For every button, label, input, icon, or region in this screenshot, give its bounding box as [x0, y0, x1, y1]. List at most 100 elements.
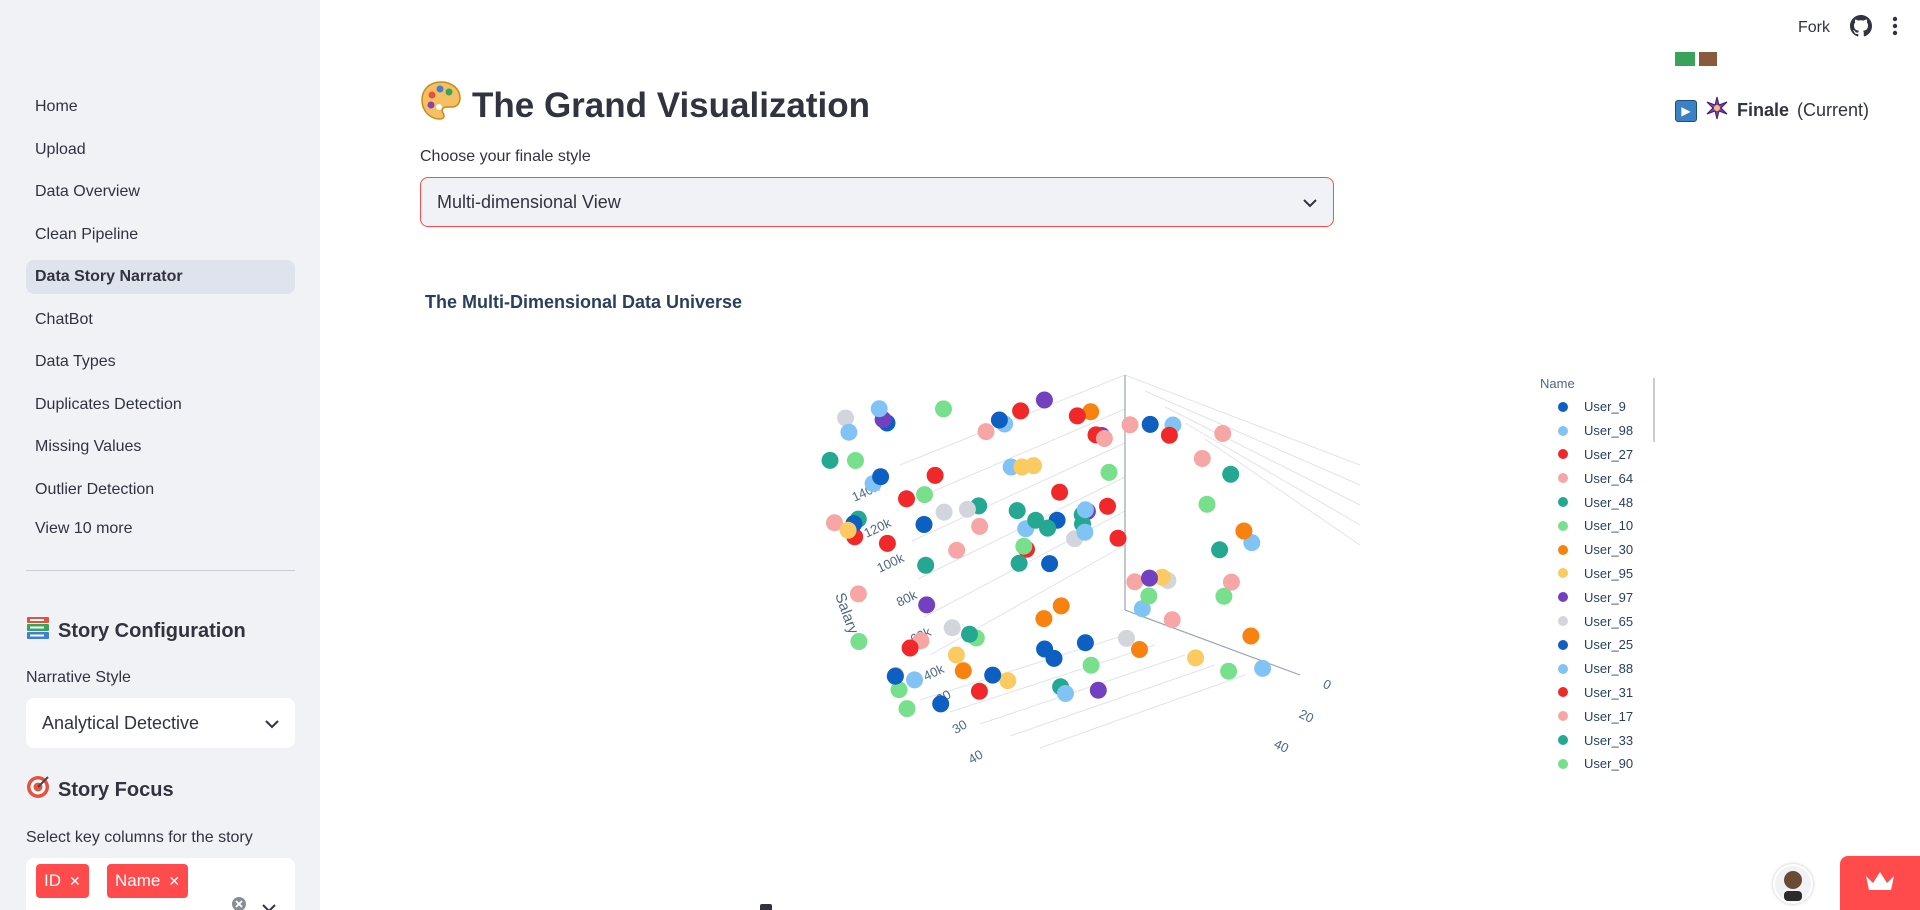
data-point[interactable]	[1045, 649, 1063, 667]
avatar[interactable]	[1773, 864, 1813, 904]
data-point[interactable]	[1035, 610, 1053, 628]
tag-id[interactable]: ID ✕	[36, 864, 89, 898]
data-point[interactable]	[1015, 537, 1033, 555]
data-point[interactable]	[1211, 541, 1229, 559]
data-point[interactable]	[898, 490, 915, 508]
sidebar-item-upload[interactable]: Upload	[26, 133, 295, 167]
data-point[interactable]	[901, 639, 919, 657]
data-point[interactable]	[943, 619, 961, 637]
key-columns-multiselect[interactable]: ID ✕ Name ✕	[26, 858, 295, 910]
data-point[interactable]	[932, 695, 950, 713]
data-point[interactable]	[984, 666, 1002, 684]
data-point[interactable]	[1187, 649, 1205, 667]
data-point[interactable]	[886, 667, 904, 685]
data-point[interactable]	[916, 486, 933, 504]
data-point[interactable]	[1160, 426, 1178, 444]
data-point[interactable]	[1140, 587, 1158, 605]
legend-item[interactable]: User_48	[1540, 490, 1660, 514]
data-point[interactable]	[1163, 611, 1181, 629]
data-point[interactable]	[1076, 523, 1094, 541]
data-point[interactable]	[935, 400, 952, 418]
sidebar-item-data-overview[interactable]: Data Overview	[26, 175, 295, 209]
sidebar-item-home[interactable]: Home	[26, 90, 295, 124]
sidebar-item-outlier-detection[interactable]: Outlier Detection	[26, 473, 295, 507]
data-point[interactable]	[1126, 573, 1144, 591]
data-point[interactable]	[1008, 502, 1026, 520]
fork-button[interactable]: Fork	[1798, 19, 1830, 37]
legend-item[interactable]: User_90	[1540, 752, 1660, 776]
data-point[interactable]	[1193, 450, 1211, 467]
data-point[interactable]	[935, 503, 953, 521]
data-point[interactable]	[954, 662, 972, 680]
data-point[interactable]	[1010, 554, 1028, 572]
sidebar-item-data-types[interactable]: Data Types	[26, 345, 295, 379]
data-point[interactable]	[958, 500, 976, 518]
data-point[interactable]	[1012, 402, 1030, 420]
legend-item[interactable]: User_95	[1540, 562, 1660, 586]
data-point[interactable]	[1076, 501, 1094, 519]
data-point[interactable]	[971, 517, 989, 535]
github-icon[interactable]	[1850, 14, 1872, 42]
data-point[interactable]	[878, 534, 896, 552]
data-point[interactable]	[1220, 662, 1238, 680]
scatter3d-chart[interactable]: 40k60k80k100k120k140k20304002040Salary	[740, 355, 1380, 775]
data-point[interactable]	[1214, 425, 1232, 442]
tag-name[interactable]: Name ✕	[107, 864, 189, 898]
legend-item[interactable]: User_31	[1540, 681, 1660, 705]
data-point[interactable]	[1222, 465, 1240, 483]
sidebar-item-duplicates-detection[interactable]: Duplicates Detection	[26, 388, 295, 422]
data-point[interactable]	[872, 468, 890, 486]
data-point[interactable]	[870, 400, 888, 418]
data-point[interactable]	[977, 423, 995, 441]
data-point[interactable]	[849, 585, 867, 603]
sidebar-item-clean-pipeline[interactable]: Clean Pipeline	[26, 218, 295, 252]
data-point[interactable]	[839, 521, 857, 539]
narrative-style-select[interactable]: Analytical Detective	[26, 698, 295, 748]
data-point[interactable]	[999, 672, 1017, 690]
legend-item[interactable]: User_9	[1540, 395, 1660, 419]
clear-all-icon[interactable]	[231, 896, 247, 910]
chevron-down-icon[interactable]	[262, 900, 276, 910]
data-point[interactable]	[850, 633, 868, 650]
data-point[interactable]	[1242, 627, 1260, 645]
more-vertical-icon[interactable]	[1892, 16, 1898, 41]
data-point[interactable]	[1041, 555, 1059, 573]
data-point[interactable]	[947, 646, 965, 664]
data-point[interactable]	[840, 423, 858, 441]
sidebar-item-chatbot[interactable]: ChatBot	[26, 303, 295, 337]
data-point[interactable]	[1109, 529, 1127, 547]
data-point[interactable]	[961, 625, 978, 643]
data-point[interactable]	[1121, 416, 1139, 434]
data-point[interactable]	[1254, 659, 1272, 677]
sidebar-item-data-story-narrator[interactable]: Data Story Narrator	[26, 260, 295, 294]
data-point[interactable]	[1039, 519, 1057, 537]
close-icon[interactable]: ✕	[69, 874, 81, 888]
data-point[interactable]	[1057, 685, 1074, 702]
view-more-link[interactable]: View 10 more	[35, 520, 133, 538]
legend-item[interactable]: User_88	[1540, 657, 1660, 681]
data-point[interactable]	[990, 411, 1008, 429]
data-point[interactable]	[926, 466, 944, 484]
data-point[interactable]	[1068, 407, 1086, 425]
data-point[interactable]	[1052, 597, 1070, 615]
data-point[interactable]	[1141, 415, 1159, 433]
data-point[interactable]	[917, 556, 935, 574]
legend-item[interactable]: User_10	[1540, 514, 1660, 538]
data-point[interactable]	[1131, 641, 1148, 658]
streamlit-crown-button[interactable]	[1840, 856, 1920, 910]
legend-item[interactable]: User_98	[1540, 419, 1660, 443]
close-icon[interactable]: ✕	[168, 874, 180, 888]
data-point[interactable]	[906, 671, 923, 689]
data-point[interactable]	[1082, 656, 1100, 674]
legend-item[interactable]: User_27	[1540, 443, 1660, 467]
sidebar-item-missing-values[interactable]: Missing Values	[26, 430, 295, 464]
data-point[interactable]	[1141, 569, 1158, 587]
data-point[interactable]	[1100, 463, 1118, 481]
data-point[interactable]	[1095, 430, 1113, 447]
data-point[interactable]	[915, 516, 933, 533]
legend-item[interactable]: User_65	[1540, 609, 1660, 633]
data-point[interactable]	[1051, 483, 1069, 501]
legend-item[interactable]: User_64	[1540, 466, 1660, 490]
finale-style-select[interactable]: Multi-dimensional View	[420, 177, 1334, 227]
data-point[interactable]	[1118, 629, 1135, 647]
